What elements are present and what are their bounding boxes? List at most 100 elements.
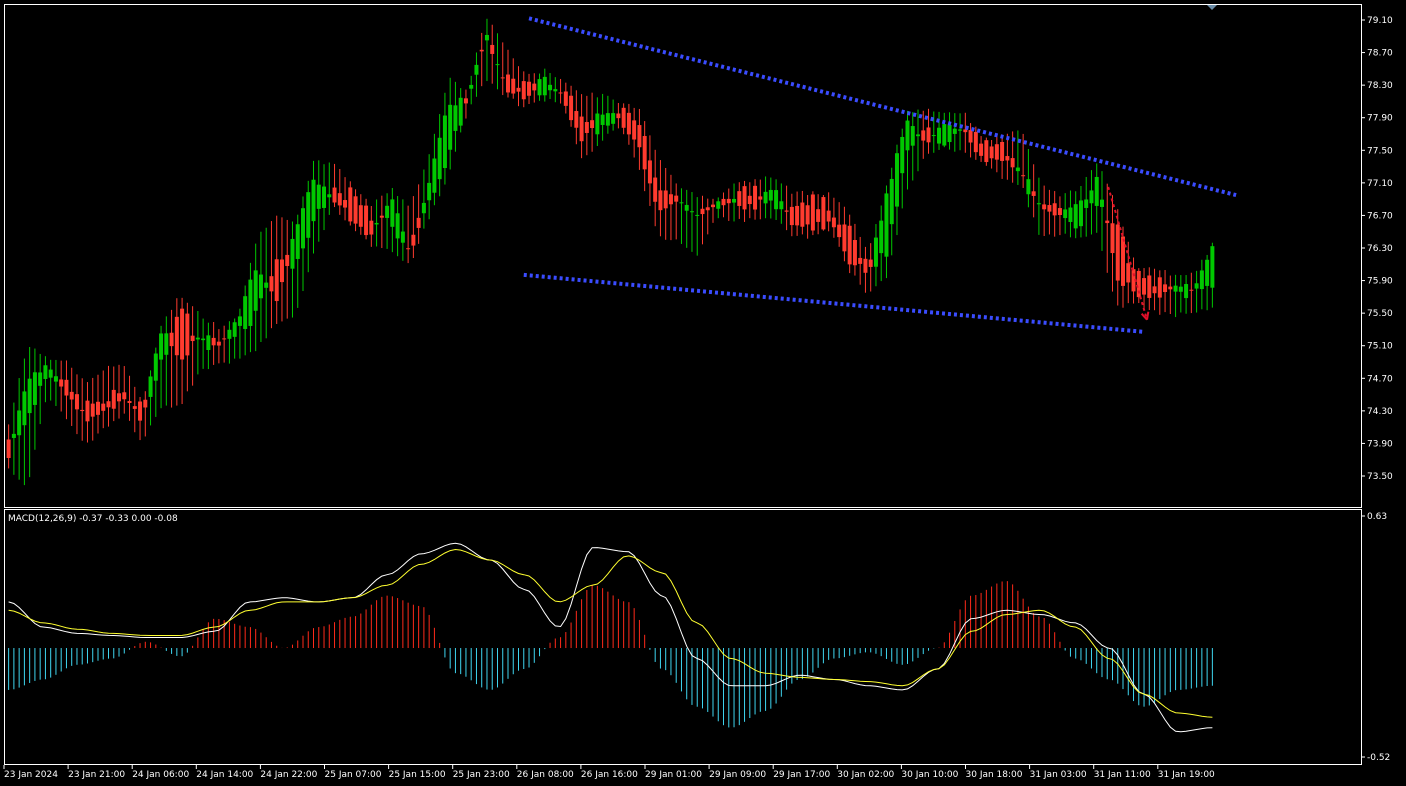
candle-body (921, 130, 926, 141)
price-tick-label: 78.70 (1367, 49, 1393, 59)
price-tick-label: 76.30 (1367, 244, 1393, 254)
candle-body (931, 135, 936, 137)
candle-body (185, 313, 190, 356)
candle-body (74, 394, 79, 410)
candle-body (343, 200, 348, 208)
candle-body (1184, 284, 1189, 299)
candle-body (942, 124, 947, 146)
price-tick-label: 73.90 (1367, 439, 1393, 449)
candle-body (159, 333, 164, 360)
candle-body (521, 81, 526, 100)
candle-body (369, 220, 374, 235)
candle-body (111, 389, 116, 409)
candle-body (1163, 284, 1168, 293)
candle-body (621, 107, 626, 128)
indicator-title: MACD(12,26,9) -0.37 -0.33 0.00 -0.08 (8, 514, 178, 524)
trading-chart[interactable]: 79.10 78.70 78.30 77.90 77.50 77.10 76.70 76.30… (0, 0, 1406, 786)
candle-body (1199, 270, 1204, 290)
price-tick-label: 75.10 (1367, 342, 1393, 352)
candle-body (779, 201, 784, 210)
candle-body (80, 409, 85, 412)
candle-body (495, 64, 500, 66)
time-tick-label: 25 Jan 07:00 (325, 770, 382, 780)
indicator-tick-label: -0.52 (1367, 753, 1390, 763)
candle-body (374, 222, 379, 225)
chart-background (0, 0, 1406, 786)
candle-body (616, 113, 621, 119)
candle-body (1073, 204, 1078, 229)
candle-body (916, 134, 921, 137)
candle-body (448, 104, 453, 150)
candle-body (237, 316, 242, 326)
candle-body (626, 112, 631, 135)
candle-body (274, 259, 279, 302)
candle-body (469, 84, 474, 89)
candle-body (732, 198, 737, 203)
candle-body (127, 401, 132, 403)
indicator-tick-label: 0.63 (1367, 512, 1387, 522)
candle-body (90, 403, 95, 417)
price-tick-label: 78.30 (1367, 81, 1393, 91)
candle-body (484, 34, 489, 41)
candle-body (232, 322, 237, 337)
candle-body (847, 225, 852, 265)
candle-body (1194, 283, 1199, 289)
candle-body (663, 190, 668, 209)
candle-body (926, 127, 931, 143)
candle-body (1089, 190, 1094, 204)
candle-body (910, 126, 915, 146)
candle-body (306, 192, 311, 238)
time-tick-label: 31 Jan 03:00 (1030, 770, 1087, 780)
candle-body (27, 378, 32, 414)
candle-body (379, 215, 384, 218)
candle-body (600, 114, 605, 125)
candle-body (584, 122, 589, 133)
candle-body (984, 140, 989, 163)
candle-body (968, 130, 973, 143)
candle-body (442, 115, 447, 169)
time-tick-label: 29 Jan 09:00 (709, 770, 766, 780)
candle-body (295, 224, 300, 259)
candle-body (889, 178, 894, 225)
candle-body (17, 410, 22, 436)
candle-body (668, 194, 673, 205)
candle-body (810, 194, 815, 231)
candle-body (979, 143, 984, 156)
candle-body (243, 296, 248, 329)
candle-body (1121, 236, 1126, 286)
candle-body (348, 187, 353, 222)
candle-body (858, 257, 863, 264)
candle-body (453, 105, 458, 131)
candle-body (642, 136, 647, 170)
candle-body (774, 190, 779, 210)
candle-body (558, 92, 563, 94)
time-tick-label: 25 Jan 15:00 (389, 770, 446, 780)
candle-body (684, 204, 689, 211)
candle-body (1031, 191, 1036, 196)
candle-body (516, 87, 521, 92)
candle-body (952, 128, 957, 134)
candle-body (300, 208, 305, 249)
candle-body (705, 207, 710, 211)
candle-body (1021, 175, 1026, 177)
candle-body (831, 217, 836, 228)
candle-body (1042, 204, 1047, 210)
time-tick-label: 31 Jan 19:00 (1158, 770, 1215, 780)
candle-body (101, 403, 106, 411)
candle-body (1052, 203, 1057, 216)
candle-body (6, 439, 11, 459)
candle-body (716, 201, 721, 209)
candle-body (164, 333, 169, 355)
candle-body (332, 187, 337, 203)
candle-body (463, 98, 468, 104)
candle-body (595, 113, 600, 135)
candle-body (117, 393, 122, 402)
candle-body (69, 391, 74, 400)
candle-body (1078, 200, 1083, 227)
candle-body (1105, 220, 1110, 224)
candle-body (958, 129, 963, 131)
candle-body (826, 210, 831, 222)
candle-body (726, 198, 731, 204)
candle-body (1147, 275, 1152, 298)
candle-body (85, 400, 90, 422)
